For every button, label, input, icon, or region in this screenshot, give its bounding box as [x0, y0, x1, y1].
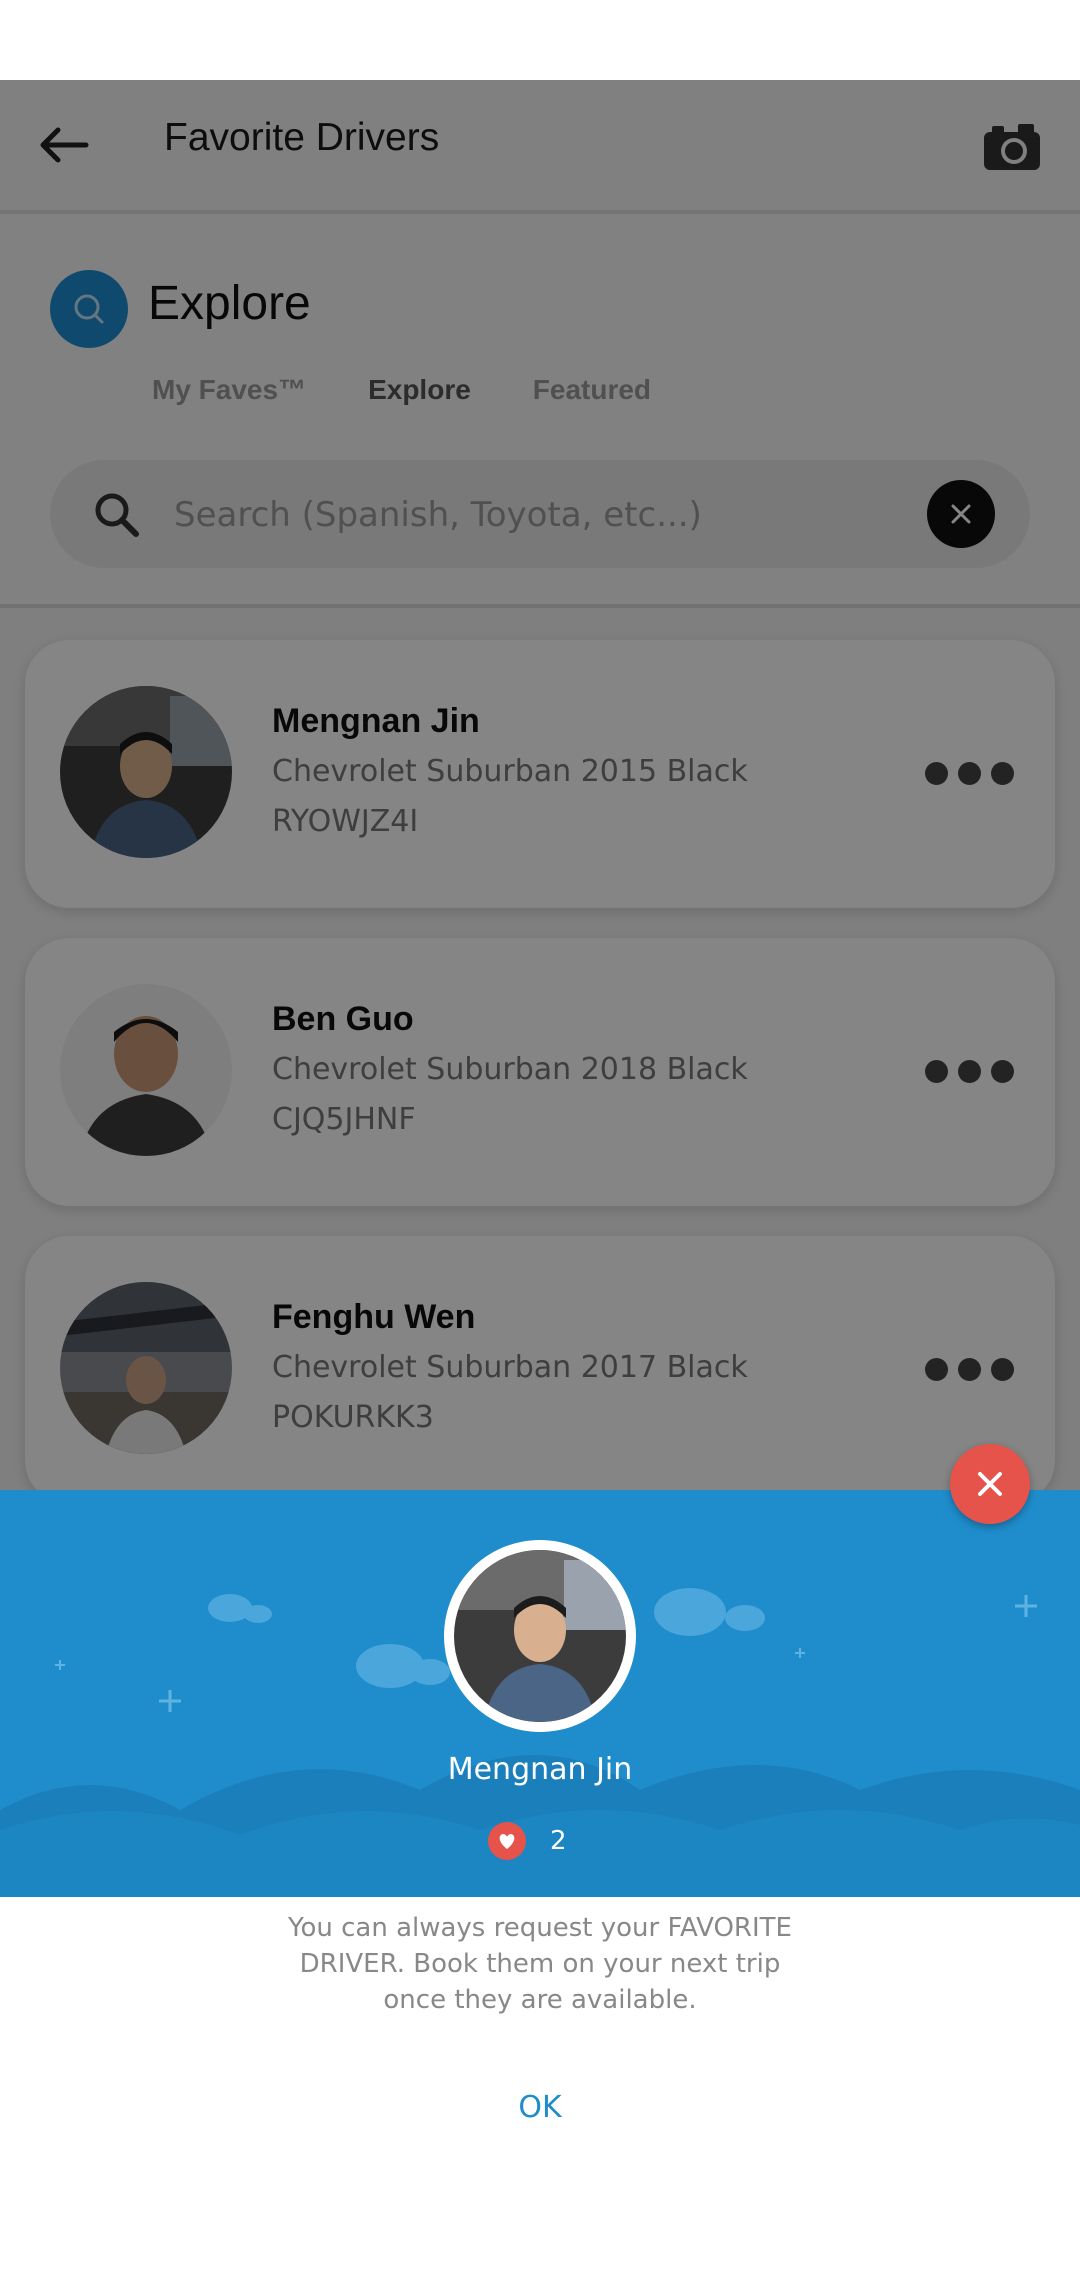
modal-avatar — [444, 1540, 636, 1732]
close-modal-button[interactable] — [950, 1444, 1030, 1524]
modal-message: You can always request your FAVORITE DRI… — [288, 1913, 792, 2015]
modal-banner: Mengnan Jin 2 — [0, 1490, 1080, 1897]
modal-driver-name: Mengnan Jin — [447, 1752, 633, 1787]
favorite-driver-modal: Mengnan Jin 2 You can always request you… — [0, 1490, 1080, 2280]
favorites-count-value: 2 — [550, 1826, 567, 1856]
favorites-count: 2 — [488, 1822, 567, 1860]
close-icon — [978, 1472, 1002, 1496]
ok-button[interactable]: OK — [0, 2090, 1080, 2125]
status-bar — [0, 0, 1080, 80]
heart-icon — [488, 1822, 526, 1860]
